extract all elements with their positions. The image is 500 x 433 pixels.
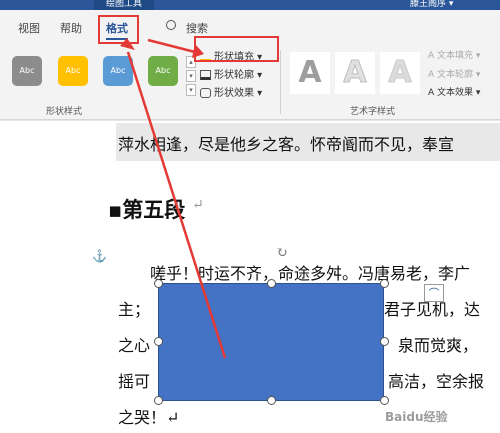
arrow-line-to-format-tab (126, 51, 227, 359)
baidu-watermark: Baidu经验 (385, 410, 448, 424)
arrow-line-to-shape-fill (147, 38, 196, 54)
annotation-arrows (120, 38, 227, 359)
arrowhead-shape-fill (192, 44, 204, 58)
arrowhead-format-tab (120, 38, 135, 50)
